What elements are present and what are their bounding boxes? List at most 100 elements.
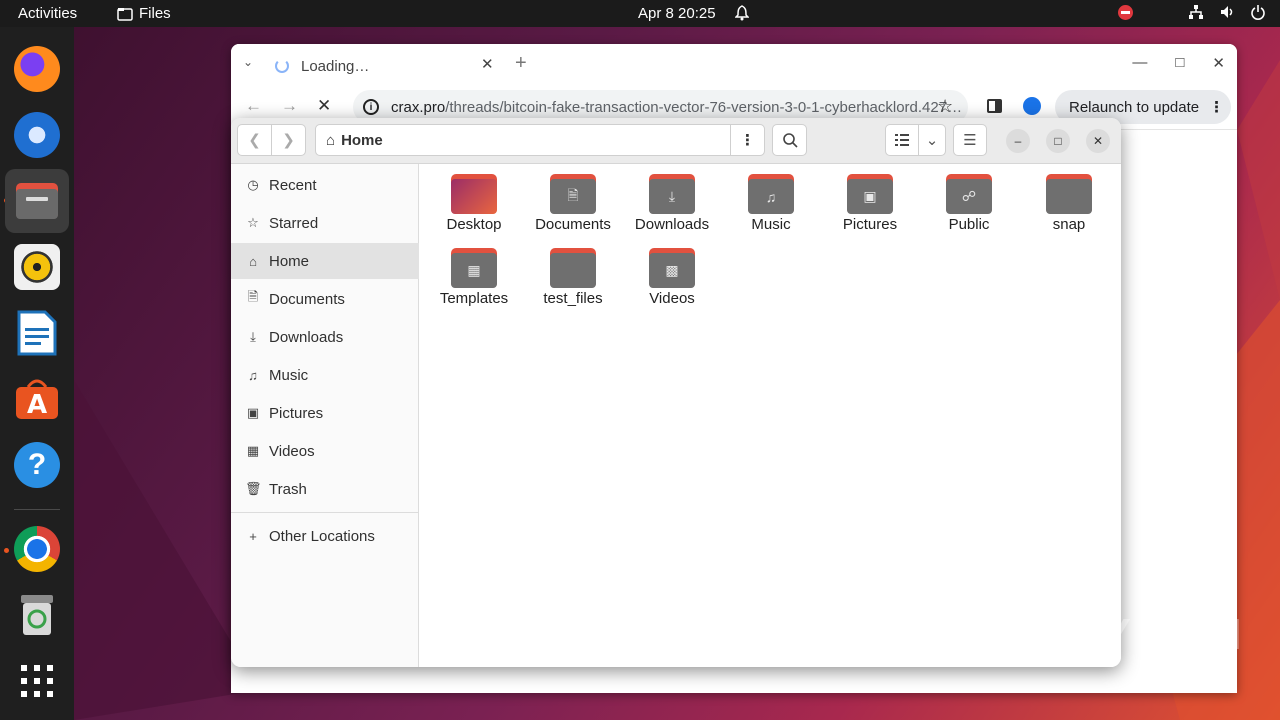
system-tray[interactable] [1118, 4, 1266, 20]
forward-button[interactable]: ❯ [271, 124, 306, 156]
new-tab-button[interactable]: + [515, 52, 527, 75]
path-bar[interactable]: ⌂ Home ⋮ [315, 124, 765, 156]
search-button[interactable] [772, 124, 807, 156]
app-name: Files [139, 5, 171, 22]
hamburger-menu-icon: ☰ [963, 132, 977, 149]
document-icon: 🗎 [247, 289, 259, 304]
folder-videos[interactable]: ▩ Videos [626, 238, 718, 308]
music-folder-icon: ♫ [748, 174, 794, 214]
help-icon: ? [14, 442, 60, 488]
sidebar-item-other-locations[interactable]: + Other Locations [231, 518, 419, 554]
folder-music[interactable]: ♫ Music [725, 164, 817, 234]
folder-label: Public [948, 216, 990, 233]
dock-help[interactable]: ? [5, 433, 69, 497]
maximize-button[interactable]: □ [1046, 129, 1070, 153]
stop-icon[interactable]: ✕ [317, 96, 331, 116]
sidebar-item-recent[interactable]: ◷ Recent [231, 167, 419, 203]
folder-label: Pictures [842, 216, 898, 233]
sidebar-item-documents[interactable]: 🗎 Documents [231, 281, 419, 317]
clock[interactable]: Apr 8 20:25 [638, 5, 716, 22]
tab-title: Loading… [301, 57, 370, 75]
dock-trash[interactable] [5, 583, 69, 647]
back-icon[interactable]: ← [245, 96, 262, 116]
folder-templates[interactable]: ▦ Templates [428, 238, 520, 308]
folder-label: Videos [649, 290, 695, 307]
activities-button[interactable]: Activities [18, 5, 77, 22]
close-icon[interactable]: ✕ [1212, 54, 1225, 72]
browser-tab[interactable]: Loading… [275, 52, 501, 80]
dock-writer[interactable] [5, 301, 69, 365]
folder-label: Desktop [446, 216, 502, 233]
public-folder-icon: ☍ [946, 174, 992, 214]
network-icon [1189, 5, 1203, 19]
site-info-icon[interactable]: i [363, 99, 379, 115]
app-menu[interactable]: Files [117, 5, 171, 22]
sidebar-item-label: Pictures [269, 404, 324, 422]
downloads-folder-icon: ⤓ [649, 174, 695, 214]
path-menu-icon[interactable]: ⋮ [730, 125, 764, 155]
list-view-icon [895, 134, 909, 146]
dock-software[interactable]: A [5, 367, 69, 431]
view-options-button[interactable]: ⌄ [918, 124, 946, 156]
plus-icon: + [249, 528, 257, 544]
main-menu-button[interactable]: ☰ [953, 124, 987, 156]
sidebar-item-videos[interactable]: ▦ Videos [231, 433, 419, 469]
folder-public[interactable]: ☍ Public [923, 164, 1015, 234]
bookmark-star-icon[interactable]: ☆ [937, 96, 953, 117]
folder-documents[interactable]: 🗎 Documents [527, 164, 619, 234]
side-panel-icon[interactable] [987, 99, 1002, 113]
sidebar-item-starred[interactable]: ☆ Starred [231, 205, 419, 241]
chrome-icon [14, 526, 60, 572]
dock-chrome[interactable] [5, 517, 69, 581]
sidebar-item-trash[interactable]: 🗑 Trash [231, 471, 419, 507]
sidebar-item-music[interactable]: ♫ Music [231, 357, 419, 393]
folder-label: snap [1052, 216, 1086, 233]
desktop-folder-icon [451, 174, 497, 214]
folder-desktop[interactable]: Desktop [428, 164, 520, 234]
folder-label: Documents [535, 216, 611, 233]
list-view-button[interactable] [885, 124, 919, 156]
dock-firefox[interactable] [5, 37, 69, 101]
folder-icon [117, 7, 133, 21]
tab-search-icon[interactable]: ⌄ [243, 55, 253, 69]
folder-label: Downloads [634, 216, 710, 233]
folder-label: test_files [543, 290, 603, 307]
files-headerbar: ❮ ❯ ⌂ Home ⋮ ⌄ ☰ – □ ✕ [231, 118, 1121, 164]
sidebar-item-label: Documents [269, 290, 345, 308]
sidebar-item-label: Downloads [269, 328, 344, 346]
files-window: ❮ ❯ ⌂ Home ⋮ ⌄ ☰ – □ ✕ ◷ Recent ☆ Starre… [231, 118, 1121, 667]
folder-test-files[interactable]: test_files [527, 238, 619, 308]
download-icon: ⤓ [250, 329, 256, 344]
minimize-button[interactable]: – [1006, 129, 1030, 153]
watermark-logo: ANY RUN [1036, 610, 1243, 659]
maximize-icon[interactable]: □ [1175, 54, 1184, 72]
sidebar-separator [231, 512, 419, 513]
dock-rhythmbox[interactable] [5, 235, 69, 299]
loading-spinner-icon [275, 59, 289, 73]
folder-snap[interactable]: snap [1023, 164, 1115, 234]
tab-close-icon[interactable]: ✕ [481, 55, 494, 73]
sidebar-item-pictures[interactable]: ▣ Pictures [231, 395, 419, 431]
forward-icon[interactable]: → [281, 96, 298, 116]
close-button[interactable]: ✕ [1086, 129, 1110, 153]
tab-bar: ⌄ Loading… ✕ + — □ ✕ [231, 44, 1237, 84]
folder-downloads[interactable]: ⤓ Downloads [626, 164, 718, 234]
dock-files[interactable] [5, 169, 69, 233]
minimize-icon[interactable]: — [1132, 54, 1147, 72]
svg-text:A: A [27, 390, 47, 420]
trash-icon [21, 595, 53, 635]
dock-thunderbird[interactable] [5, 103, 69, 167]
folder-pictures[interactable]: ▣ Pictures [824, 164, 916, 234]
folder-icon [550, 248, 596, 288]
files-grid: Desktop 🗎 Documents ⤓ Downloads ♫ Music … [420, 164, 1121, 667]
dock-app-grid[interactable] [5, 649, 69, 713]
top-bar: Activities Files Apr 8 20:25 [0, 0, 1280, 27]
dock-separator [14, 509, 60, 510]
star-icon: ☆ [247, 215, 259, 230]
sidebar-item-home[interactable]: ⌂ Home [231, 243, 419, 279]
sidebar-item-downloads[interactable]: ⤓ Downloads [231, 319, 419, 355]
back-button[interactable]: ❮ [237, 124, 272, 156]
profile-avatar-icon[interactable] [1023, 97, 1041, 115]
video-icon: ▦ [246, 443, 260, 458]
url-domain: crax.pro [391, 98, 446, 116]
